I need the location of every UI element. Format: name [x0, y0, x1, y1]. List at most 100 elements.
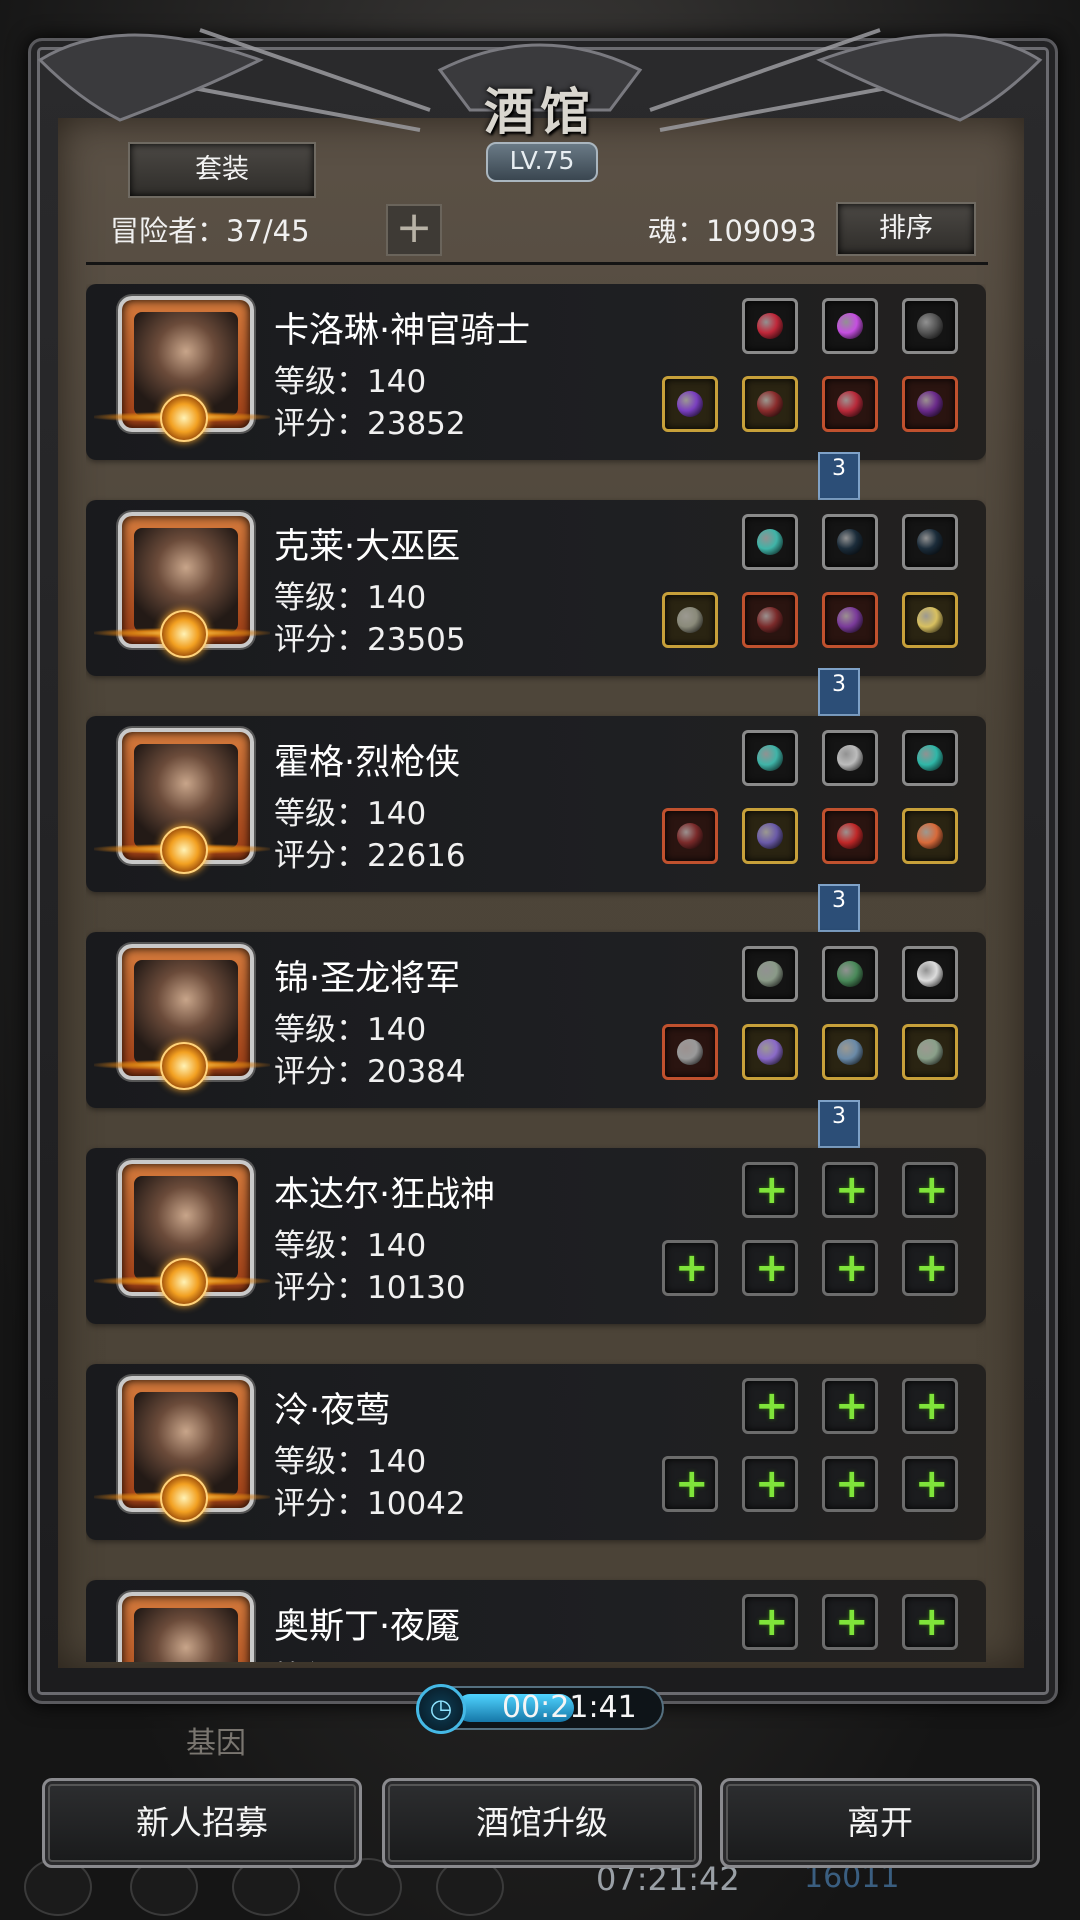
hero-name: 奥斯丁·夜魇: [274, 1607, 461, 1647]
star-emblem-icon: [160, 1474, 208, 1522]
star-emblem-icon: [160, 1258, 208, 1306]
hero-name: 锦·圣龙将军: [274, 959, 461, 999]
hero-card[interactable]: 霍格·烈枪侠 等级：140 评分：22616: [86, 716, 986, 892]
empty-equipment-slot[interactable]: +: [822, 1456, 878, 1512]
leave-button[interactable]: 离开: [720, 1778, 1040, 1868]
add-equipment-icon: +: [755, 1383, 789, 1429]
empty-equipment-slot[interactable]: +: [902, 1162, 958, 1218]
sort-button[interactable]: 排序: [836, 202, 976, 256]
equipment-icon: [837, 823, 863, 849]
link-ribbon-badge: 3: [818, 668, 860, 716]
equipment-slot[interactable]: [822, 592, 878, 648]
hero-portrait[interactable]: [118, 1592, 254, 1662]
empty-equipment-slot[interactable]: +: [822, 1162, 878, 1218]
empty-equipment-slot[interactable]: +: [662, 1456, 718, 1512]
empty-equipment-slot[interactable]: +: [822, 1240, 878, 1296]
equipment-slot[interactable]: [822, 808, 878, 864]
equipment-slot[interactable]: [742, 298, 798, 354]
adventurer-count: 冒险者：37/45: [110, 214, 310, 248]
hero-card[interactable]: 克莱·大巫医 等级：140 评分：23505: [86, 500, 986, 676]
add-equipment-icon: +: [915, 1599, 949, 1645]
equipment-slot[interactable]: [742, 1024, 798, 1080]
add-equipment-icon: +: [675, 1461, 709, 1507]
empty-equipment-slot[interactable]: +: [742, 1240, 798, 1296]
hero-score: 评分：10130: [274, 1270, 466, 1306]
equipment-slot[interactable]: [742, 376, 798, 432]
add-equipment-icon: +: [835, 1245, 869, 1291]
add-equipment-icon: +: [915, 1461, 949, 1507]
hero-score: 评分：23505: [274, 622, 466, 658]
link-ribbon-badge: 3: [818, 1100, 860, 1148]
equipment-slot[interactable]: [902, 730, 958, 786]
equipment-slot[interactable]: [902, 946, 958, 1002]
add-capacity-button[interactable]: +: [386, 204, 442, 256]
equipment-icon: [837, 745, 863, 771]
equipment-slot[interactable]: [822, 298, 878, 354]
add-equipment-icon: +: [755, 1167, 789, 1213]
equipment-slot[interactable]: [662, 1024, 718, 1080]
equipment-icon: [837, 391, 863, 417]
equipment-icon: [917, 391, 943, 417]
hero-list[interactable]: 卡洛琳·神官骑士 等级：140 评分：23852 3 克莱·大巫医 等级：140 评分：23…: [86, 284, 986, 1662]
recruit-button[interactable]: 新人招募: [42, 1778, 362, 1868]
add-equipment-icon: +: [915, 1383, 949, 1429]
equipment-slot[interactable]: [902, 808, 958, 864]
hero-level: 等级：140: [274, 1012, 427, 1048]
clock-icon: ◷: [416, 1684, 466, 1734]
empty-equipment-slot[interactable]: +: [902, 1594, 958, 1650]
hero-card[interactable]: 奥斯丁·夜魇等级：140+++++++: [86, 1580, 986, 1662]
equipment-icon: [837, 607, 863, 633]
equipment-slot[interactable]: [742, 808, 798, 864]
equipment-slot[interactable]: [822, 376, 878, 432]
empty-equipment-slot[interactable]: +: [902, 1456, 958, 1512]
link-ribbon-badge: 3: [818, 452, 860, 500]
empty-equipment-slot[interactable]: +: [662, 1240, 718, 1296]
hero-name: 本达尔·狂战神: [274, 1175, 496, 1215]
hero-level: 等级：140: [274, 580, 427, 616]
equipment-slot[interactable]: [662, 808, 718, 864]
equipment-icon: [757, 313, 783, 339]
hero-score: 评分：22616: [274, 838, 466, 874]
equipment-icon: [677, 1039, 703, 1065]
tavern-level-badge: LV.75: [486, 142, 598, 182]
empty-equipment-slot[interactable]: +: [902, 1378, 958, 1434]
equipment-slot[interactable]: [822, 1024, 878, 1080]
equipment-slot[interactable]: [742, 592, 798, 648]
equipment-slot[interactable]: [742, 946, 798, 1002]
empty-equipment-slot[interactable]: +: [822, 1378, 878, 1434]
empty-equipment-slot[interactable]: +: [742, 1456, 798, 1512]
empty-equipment-slot[interactable]: +: [742, 1162, 798, 1218]
equipment-icon: [837, 529, 863, 555]
empty-equipment-slot[interactable]: +: [742, 1378, 798, 1434]
equipment-slot[interactable]: [822, 946, 878, 1002]
upgrade-tavern-button[interactable]: 酒馆升级: [382, 1778, 702, 1868]
equipment-icon: [757, 529, 783, 555]
equipment-slot[interactable]: [742, 730, 798, 786]
empty-equipment-slot[interactable]: +: [742, 1594, 798, 1650]
equipment-icon: [837, 961, 863, 987]
hero-card[interactable]: 卡洛琳·神官骑士 等级：140 评分：23852: [86, 284, 986, 460]
equipment-slot[interactable]: [662, 592, 718, 648]
hero-card[interactable]: 本达尔·狂战神 等级：140 评分：10130 + + + + + + +: [86, 1148, 986, 1324]
set-button[interactable]: 套装: [128, 142, 316, 198]
equipment-slot[interactable]: [822, 730, 878, 786]
equipment-slot[interactable]: [902, 1024, 958, 1080]
hero-card[interactable]: 泠·夜莺 等级：140 评分：10042 + + + + + + +: [86, 1364, 986, 1540]
empty-equipment-slot[interactable]: +: [902, 1240, 958, 1296]
equipment-icon: [917, 607, 943, 633]
hero-score: 评分：10042: [274, 1486, 466, 1522]
hero-name: 泠·夜莺: [274, 1391, 391, 1431]
equipment-slot[interactable]: [822, 514, 878, 570]
empty-equipment-slot[interactable]: +: [822, 1594, 878, 1650]
equipment-slot[interactable]: [902, 592, 958, 648]
equipment-icon: [757, 607, 783, 633]
hero-card[interactable]: 锦·圣龙将军 等级：140 评分：20384: [86, 932, 986, 1108]
equipment-slot[interactable]: [902, 514, 958, 570]
equipment-slot[interactable]: [902, 298, 958, 354]
hero-level: 等级：140: [274, 1652, 426, 1662]
equipment-slot[interactable]: [662, 376, 718, 432]
equipment-slot[interactable]: [742, 514, 798, 570]
equipment-icon: [757, 961, 783, 987]
add-equipment-icon: +: [915, 1245, 949, 1291]
equipment-slot[interactable]: [902, 376, 958, 432]
